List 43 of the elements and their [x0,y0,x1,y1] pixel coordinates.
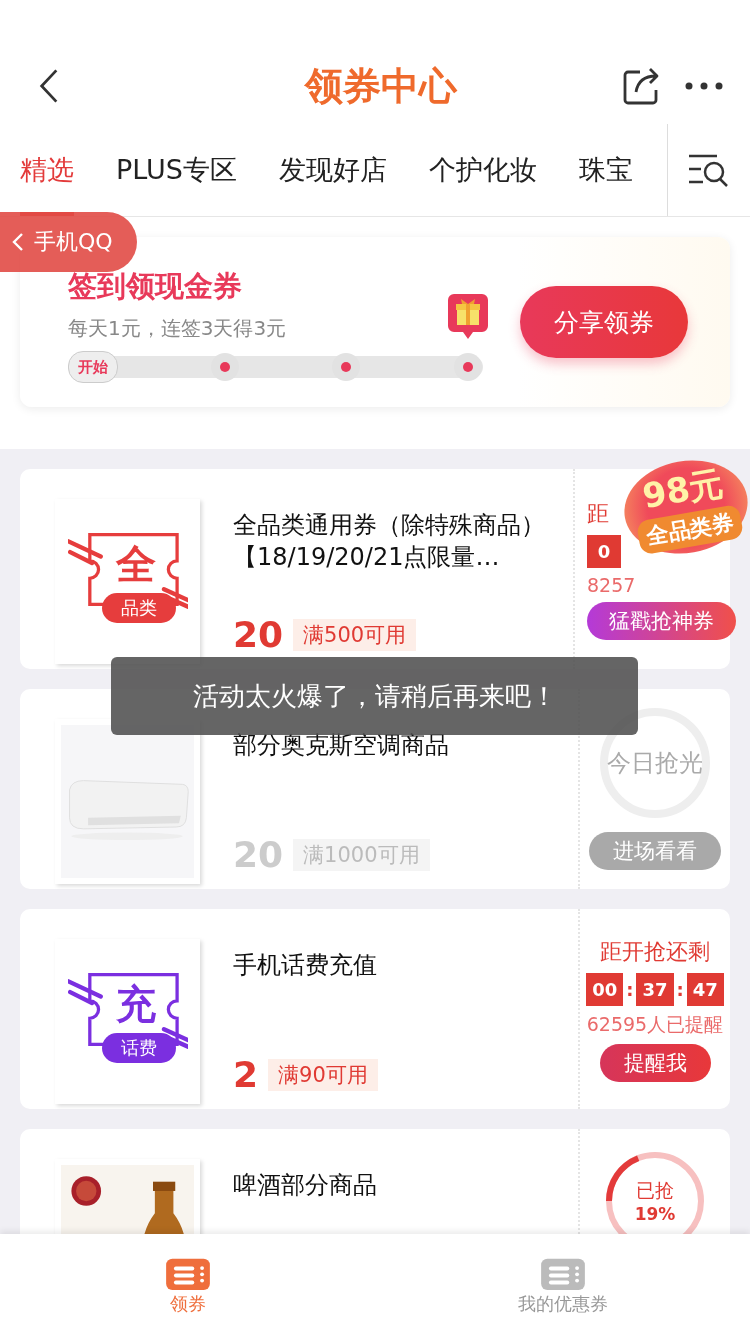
coupon-condition: 满90可用 [268,1058,378,1091]
category-tab[interactable]: 发现好店 [278,124,387,216]
share-coupon-button[interactable]: 分享领券 [520,286,688,358]
coupon-amount: 20 [233,614,284,655]
start-label: 开始 [68,350,118,383]
coupon-amount: 2 [233,1054,259,1095]
claimed-label: 已抢 [636,1178,674,1203]
view-button[interactable]: 进场看看 [589,832,721,870]
time-separator: : [626,978,634,1000]
coupon-condition: 满500可用 [293,618,417,651]
back-icon[interactable] [38,67,60,105]
ticket-tag: 品类 [101,592,176,623]
signin-subtitle: 每天1元，连签3天得3元 [68,314,288,342]
reminder-count: 62595人已提醒 [586,1011,724,1037]
coupon-condition: 满1000可用 [293,838,430,871]
coupon-title: 全品类通用券（除特殊商品）【18/19/20/21点限量… [233,510,546,573]
page-title: 领券中心 [305,62,457,110]
countdown-digits: 00 [586,972,624,1006]
claimed-percent: 19% [634,1204,676,1224]
ticket-tag: 话费 [101,1032,176,1063]
countdown-label: 距 [587,499,609,528]
grab-coupon-button[interactable]: 猛戳抢神券 [587,601,736,640]
reminder-count: 8257 [587,573,636,596]
countdown-digits: 37 [636,972,674,1006]
category-tab[interactable]: 个护化妆 [428,124,537,216]
back-to-app-label: 手机QQ [34,228,113,256]
grab-coupon-button[interactable]: 提醒我 [599,1043,711,1082]
coupon-title: 手机话费充值 [233,950,378,981]
category-tab[interactable]: 珠宝 [578,124,633,216]
more-icon[interactable] [684,81,724,91]
time-separator: : [676,978,684,1000]
toast-message: 活动太火爆了，请稍后再来吧！ [111,657,638,735]
bottom-tab[interactable]: 领券 [0,1234,375,1334]
countdown-digits: 47 [686,972,724,1006]
back-to-app-button[interactable]: 手机QQ [0,212,137,272]
coupon-title: 啤酒部分商品 [233,1170,378,1201]
gift-icon [447,293,488,340]
countdown-label: 距开抢还剩 [600,937,710,966]
countdown-digits: 0 [587,534,621,568]
ticket-glyph: 充 [115,979,156,1029]
bottom-tab[interactable]: 我的优惠券 [375,1234,750,1334]
back-icon [12,232,24,252]
ticket-glyph: 全 [115,539,156,589]
